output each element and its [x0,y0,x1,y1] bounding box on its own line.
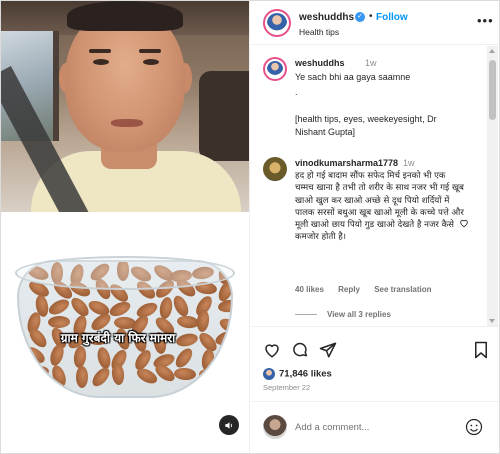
bookmark-icon [475,341,487,359]
author-avatar[interactable] [263,9,291,37]
sound-toggle-button[interactable] [219,415,239,435]
emoji-button[interactable] [465,418,483,438]
post-dialog: ग्राम गुरबंदी या फिर मामरा weshuddhs ✓ •… [0,0,500,454]
comment-likes[interactable]: 40 likes [295,285,324,294]
comments-scrollbar[interactable] [487,46,498,326]
heart-icon [265,344,279,358]
post-date[interactable]: September 22 [263,383,310,392]
comment-like-button[interactable] [459,218,469,230]
see-translation-button[interactable]: See translation [374,285,431,294]
almond [172,345,196,371]
caption-username[interactable]: weshuddhs [295,58,345,68]
smiley-icon [465,418,483,436]
liker-avatar [263,368,275,380]
post-header: weshuddhs ✓ • Follow Health tips ••• [251,1,499,45]
caption-line: Nishant Gupta] [295,127,356,137]
scrollbar-thumb[interactable] [489,60,496,120]
almond [173,367,197,381]
caption-line: [health tips, eyes, weekeyesight, Dr [295,114,437,124]
commenter-avatar[interactable] [263,157,287,181]
comments-list[interactable]: weshuddhs 1w Ye sach bhi aa gaya saamne … [251,46,489,326]
speaker-icon [224,421,232,429]
almond [50,363,69,389]
comment-time: 1w [403,158,415,168]
comment-bubble-icon [293,342,308,357]
almond [46,296,72,318]
share-button[interactable] [319,341,337,361]
like-button[interactable] [263,341,281,361]
post-media[interactable]: ग्राम गुरबंदी या फिर मामरा [1,1,250,453]
post-side-panel: weshuddhs ✓ • Follow Health tips ••• wes… [251,1,499,453]
caption-time: 1w [365,58,377,68]
current-user-avatar [263,415,287,439]
caption-line: . [295,87,298,97]
comment-input[interactable] [295,419,455,435]
almond [107,298,133,319]
almond [26,365,49,380]
view-replies-button[interactable]: View all 3 replies [295,310,391,319]
comment-button[interactable] [291,341,309,361]
paper-plane-icon [319,342,337,358]
almond [170,293,192,319]
author-username[interactable]: weshuddhs [299,12,354,23]
almond [47,315,70,328]
caption-line: Ye sach bhi aa gaya saamne [295,72,411,82]
video-overlay-text: ग्राम गुरबंदी या फिर मामरा [60,331,176,345]
verified-badge-icon: ✓ [355,12,365,22]
likes-count[interactable]: 71,846 likes [263,368,332,380]
post-actions: 71,846 likes September 22 [251,326,499,396]
heart-icon [460,219,468,228]
comment-text: हद हो गई बादाम सौंफ सफेद मिर्च इनको भी ए… [295,171,464,243]
save-button[interactable] [473,341,489,361]
caption-avatar[interactable] [263,57,287,81]
comment-meta: 40 likes Reply See translation [295,285,444,294]
more-options-icon[interactable]: ••• [477,13,494,28]
separator-dot: • [369,11,373,22]
reply-button[interactable]: Reply [338,285,360,294]
add-comment-bar [251,401,499,453]
almond [215,360,231,386]
almond [76,365,88,388]
author-subtitle[interactable]: Health tips [299,27,339,37]
video-frame [1,1,249,212]
almond [111,362,126,386]
almond [88,364,113,390]
follow-button[interactable]: Follow [376,12,408,23]
commenter-username[interactable]: vinodkumarsharma1778 [295,158,398,168]
